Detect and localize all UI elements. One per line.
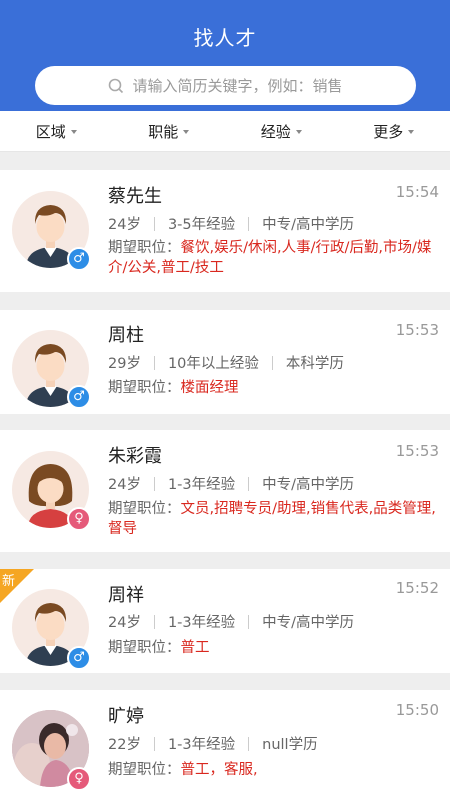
divider <box>248 216 250 231</box>
education: 中专/高中学历 <box>262 217 355 233</box>
filter-function[interactable]: 职能 <box>113 111 226 151</box>
divider <box>153 216 155 231</box>
education: 中专/高中学历 <box>262 477 355 493</box>
candidate-meta: 29岁 10年以上经验 本科学历 <box>108 352 344 373</box>
education: 中专/高中学历 <box>262 615 355 631</box>
age: 29岁 <box>108 356 141 372</box>
filter-label: 经验 <box>260 122 291 141</box>
divider <box>153 355 155 370</box>
candidate-name: 周柱 <box>108 325 144 346</box>
filter-more[interactable]: 更多 <box>338 111 450 151</box>
filter-label: 更多 <box>373 122 404 141</box>
candidate-card[interactable]: 新 ♂ 周祥 15:52 24岁 1-3年经验 中专/高中学历 期望职位：普工 <box>0 569 450 673</box>
female-icon: ♀ <box>67 507 91 531</box>
positions-label: 期望职位： <box>108 380 181 396</box>
desired-positions: 期望职位：文员,招聘专员/助理,销售代表,品类管理,督导 <box>108 499 438 539</box>
age: 24岁 <box>108 477 141 493</box>
filter-region[interactable]: 区域 <box>0 111 113 151</box>
divider <box>153 476 155 491</box>
experience: 1-3年经验 <box>167 615 236 631</box>
education: 本科学历 <box>285 356 344 372</box>
age: 24岁 <box>108 217 141 233</box>
candidate-card[interactable]: ♂ 蔡先生 15:54 24岁 3-5年经验 中专/高中学历 期望职位：餐饮,娱… <box>0 170 450 292</box>
divider <box>271 355 273 370</box>
filter-label: 职能 <box>148 122 179 141</box>
search-input[interactable]: 请输入简历关键字，例如：销售 <box>35 66 416 105</box>
post-time: 15:52 <box>395 579 439 597</box>
caret-down-icon <box>183 130 190 134</box>
positions-value: 普工，客服, <box>180 762 258 778</box>
post-time: 15:50 <box>395 701 439 719</box>
candidate-card[interactable]: ♀ 朱彩霞 15:53 24岁 1-3年经验 中专/高中学历 期望职位：文员,招… <box>0 430 450 552</box>
positions-label: 期望职位： <box>108 640 181 656</box>
female-icon: ♀ <box>67 767 91 791</box>
candidate-name: 旷婷 <box>108 706 144 727</box>
candidate-name: 朱彩霞 <box>108 446 162 467</box>
post-time: 15:53 <box>395 442 439 460</box>
post-time: 15:53 <box>395 321 439 339</box>
experience: 3-5年经验 <box>167 217 236 233</box>
desired-positions: 期望职位：餐饮,娱乐/休闲,人事/行政/后勤,市场/媒介/公关,普工/技工 <box>108 238 438 278</box>
search-placeholder: 请输入简历关键字，例如：销售 <box>132 77 343 95</box>
page-title: 找人才 <box>193 26 257 50</box>
positions-label: 期望职位： <box>108 762 181 778</box>
new-badge-label: 新 <box>2 574 16 589</box>
experience: 10年以上经验 <box>167 356 259 372</box>
app-header: 找人才 请输入简历关键字，例如：销售 <box>0 0 450 111</box>
candidate-meta: 24岁 1-3年经验 中专/高中学历 <box>108 473 354 494</box>
divider <box>153 614 155 629</box>
male-icon: ♂ <box>67 247 91 271</box>
desired-positions: 期望职位：普工，客服, <box>108 760 438 780</box>
positions-value: 楼面经理 <box>180 380 239 396</box>
divider <box>248 736 250 751</box>
age: 24岁 <box>108 615 141 631</box>
candidate-card[interactable]: ♂ 周柱 15:53 29岁 10年以上经验 本科学历 期望职位：楼面经理 <box>0 310 450 414</box>
candidate-card[interactable]: ♀ 旷婷 15:50 22岁 1-3年经验 null学历 期望职位：普工，客服, <box>0 690 450 800</box>
candidate-meta: 22岁 1-3年经验 null学历 <box>108 733 318 754</box>
age: 22岁 <box>108 737 141 753</box>
education: null学历 <box>262 737 318 753</box>
desired-positions: 期望职位：楼面经理 <box>108 378 438 398</box>
experience: 1-3年经验 <box>167 477 236 493</box>
experience: 1-3年经验 <box>167 737 236 753</box>
filter-label: 区域 <box>35 122 66 141</box>
filter-bar: 区域 职能 经验 更多 <box>0 111 450 152</box>
candidate-meta: 24岁 3-5年经验 中专/高中学历 <box>108 213 354 234</box>
caret-down-icon <box>295 130 302 134</box>
desired-positions: 期望职位：普工 <box>108 638 438 658</box>
filter-experience[interactable]: 经验 <box>225 111 338 151</box>
positions-label: 期望职位： <box>108 501 181 517</box>
divider <box>248 476 250 491</box>
divider <box>248 614 250 629</box>
positions-label: 期望职位： <box>108 240 181 256</box>
candidate-name: 周祥 <box>108 585 144 606</box>
male-icon: ♂ <box>67 646 91 670</box>
candidate-meta: 24岁 1-3年经验 中专/高中学历 <box>108 611 354 632</box>
candidate-name: 蔡先生 <box>108 186 162 207</box>
search-icon <box>109 78 124 93</box>
male-icon: ♂ <box>67 385 91 409</box>
post-time: 15:54 <box>395 183 439 201</box>
caret-down-icon <box>408 130 415 134</box>
caret-down-icon <box>70 130 77 134</box>
positions-value: 普工 <box>180 640 210 656</box>
divider <box>153 736 155 751</box>
